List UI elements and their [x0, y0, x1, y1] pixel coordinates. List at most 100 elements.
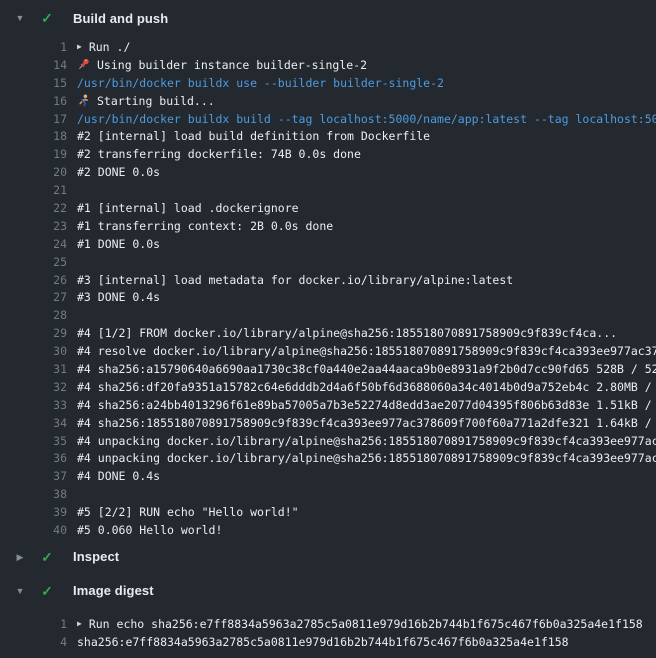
line-number[interactable]: 1 — [0, 40, 67, 54]
actions-log-viewer: ▼ ✓ Build and push 1 ▶Run ./ 14 Using bu… — [0, 0, 656, 658]
line-number[interactable]: 38 — [0, 487, 67, 501]
log-line: 31 #4 sha256:a15790640a6690aa1730c38cf0a… — [0, 360, 656, 378]
caret-icon[interactable]: ▼ — [10, 6, 30, 30]
line-number[interactable]: 36 — [0, 451, 67, 465]
line-number[interactable]: 17 — [0, 112, 67, 126]
log-text: #3 [internal] load metadata for docker.i… — [77, 273, 513, 287]
log-text: #1 DONE 0.0s — [77, 237, 160, 251]
log-line: 18 #2 [internal] load build definition f… — [0, 127, 656, 145]
line-text: ▶ Run echo sha256:e7ff8834a5963a2785c5a08… — [77, 615, 656, 633]
log-line: 17 /usr/bin/docker buildx build --tag lo… — [0, 110, 656, 128]
line-number[interactable]: 23 — [0, 219, 67, 233]
line-number[interactable]: 19 — [0, 147, 67, 161]
line-number[interactable]: 37 — [0, 469, 67, 483]
expand-group-icon[interactable]: ▶ — [77, 615, 82, 633]
log-text: Starting build... — [97, 94, 215, 108]
log-line: 39 #5 [2/2] RUN echo "Hello world!" — [0, 503, 656, 521]
log-text: #5 0.060 Hello world! — [77, 523, 222, 537]
sections-container: ▼ ✓ Build and push 1 ▶Run ./ 14 Using bu… — [0, 6, 656, 651]
success-check-icon: ✓ — [38, 545, 56, 569]
log-text: #4 resolve docker.io/library/alpine@sha2… — [77, 344, 656, 358]
log-text: Using builder instance builder-single-2 — [97, 58, 367, 72]
section-title: Image digest — [73, 583, 154, 598]
line-number[interactable]: 34 — [0, 416, 67, 430]
line-number[interactable]: 4 — [0, 635, 67, 649]
section-header[interactable]: ▶ ✓ Inspect — [0, 545, 656, 569]
line-text: #4 [1/2] FROM docker.io/library/alpine@s… — [77, 326, 656, 340]
log-line: 26 #3 [internal] load metadata for docke… — [0, 271, 656, 289]
runner-icon — [77, 94, 91, 108]
line-text: sha256:e7ff8834a5963a2785c5a0811e979d16b… — [77, 635, 656, 649]
section-log: 1 ▶Run ./ 14 Using builder instance buil… — [0, 30, 656, 539]
log-line: 35 #4 unpacking docker.io/library/alpine… — [0, 432, 656, 450]
line-text: #3 DONE 0.4s — [77, 290, 656, 304]
line-text: #1 [internal] load .dockerignore — [77, 201, 656, 215]
success-check-icon: ✓ — [38, 579, 56, 603]
line-number[interactable]: 16 — [0, 94, 67, 108]
line-text: #2 transferring dockerfile: 74B 0.0s don… — [77, 147, 656, 161]
line-text: ▶Run ./ — [77, 38, 656, 56]
log-text: #2 transferring dockerfile: 74B 0.0s don… — [77, 147, 361, 161]
log-line: 4 sha256:e7ff8834a5963a2785c5a0811e979d1… — [0, 633, 656, 651]
line-text: #4 DONE 0.4s — [77, 469, 656, 483]
line-text: /usr/bin/docker buildx build --tag local… — [77, 112, 656, 126]
line-text: #4 sha256:df20fa9351a15782c64e6dddb2d4a6… — [77, 380, 656, 394]
log-text: #4 [1/2] FROM docker.io/library/alpine@s… — [77, 326, 617, 340]
line-number[interactable]: 26 — [0, 273, 67, 287]
log-section-build-and-push: ▼ ✓ Build and push 1 ▶Run ./ 14 Using bu… — [0, 6, 656, 539]
log-line: 22 #1 [internal] load .dockerignore — [0, 199, 656, 217]
line-text: #4 sha256:185518070891758909c9f839cf4ca3… — [77, 416, 656, 430]
line-number[interactable]: 22 — [0, 201, 67, 215]
line-text: #4 sha256:a24bb4013296f61e89ba57005a7b3e… — [77, 398, 656, 412]
section-header[interactable]: ▼ ✓ Image digest — [0, 579, 656, 603]
line-text: #5 [2/2] RUN echo "Hello world!" — [77, 505, 656, 519]
log-line: 14 Using builder instance builder-single… — [0, 56, 656, 74]
log-line: 16 Starting build... — [0, 92, 656, 110]
line-number[interactable]: 28 — [0, 308, 67, 322]
pushpin-icon — [77, 58, 91, 72]
log-text: #4 unpacking docker.io/library/alpine@sh… — [77, 434, 656, 448]
line-number[interactable]: 27 — [0, 290, 67, 304]
log-section-image-digest: ▼ ✓ Image digest 1 ▶ Run echo sha256:e7ff… — [0, 579, 656, 651]
log-section-inspect: ▶ ✓ Inspect — [0, 545, 656, 569]
line-number[interactable]: 31 — [0, 362, 67, 376]
log-line: 23 #1 transferring context: 2B 0.0s done — [0, 217, 656, 235]
line-number[interactable]: 21 — [0, 183, 67, 197]
section-header[interactable]: ▼ ✓ Build and push — [0, 6, 656, 30]
line-number[interactable]: 1 — [0, 617, 67, 631]
line-number[interactable]: 18 — [0, 129, 67, 143]
log-text: #2 DONE 0.0s — [77, 165, 160, 179]
line-number[interactable]: 32 — [0, 380, 67, 394]
log-text: #4 sha256:df20fa9351a15782c64e6dddb2d4a6… — [77, 380, 656, 394]
log-line: 34 #4 sha256:185518070891758909c9f839cf4… — [0, 414, 656, 432]
line-number[interactable]: 25 — [0, 255, 67, 269]
log-line: 20 #2 DONE 0.0s — [0, 163, 656, 181]
line-number[interactable]: 35 — [0, 434, 67, 448]
line-text: #5 0.060 Hello world! — [77, 523, 656, 537]
log-text: Run echo sha256:e7ff8834a5963a2785c5a081… — [89, 617, 643, 631]
line-text: Starting build... — [77, 94, 656, 108]
line-number[interactable]: 30 — [0, 344, 67, 358]
line-number[interactable]: 24 — [0, 237, 67, 251]
log-line: 36 #4 unpacking docker.io/library/alpine… — [0, 449, 656, 467]
line-number[interactable]: 33 — [0, 398, 67, 412]
line-number[interactable]: 15 — [0, 76, 67, 90]
caret-icon[interactable]: ▶ — [10, 545, 30, 569]
line-number[interactable]: 20 — [0, 165, 67, 179]
line-number[interactable]: 14 — [0, 58, 67, 72]
section-title: Build and push — [73, 11, 168, 26]
log-line: 30 #4 resolve docker.io/library/alpine@s… — [0, 342, 656, 360]
line-number[interactable]: 39 — [0, 505, 67, 519]
line-text: #1 transferring context: 2B 0.0s done — [77, 219, 656, 233]
line-text: #1 DONE 0.0s — [77, 237, 656, 251]
log-text: #1 transferring context: 2B 0.0s done — [77, 219, 333, 233]
expand-group-icon[interactable]: ▶ — [77, 38, 82, 56]
log-line: 19 #2 transferring dockerfile: 74B 0.0s … — [0, 145, 656, 163]
caret-icon[interactable]: ▼ — [10, 579, 30, 603]
line-number[interactable]: 29 — [0, 326, 67, 340]
log-text: #4 sha256:185518070891758909c9f839cf4ca3… — [77, 416, 656, 430]
log-line: 32 #4 sha256:df20fa9351a15782c64e6dddb2d… — [0, 378, 656, 396]
section-title: Inspect — [73, 549, 119, 564]
log-text: #1 [internal] load .dockerignore — [77, 201, 299, 215]
line-number[interactable]: 40 — [0, 523, 67, 537]
